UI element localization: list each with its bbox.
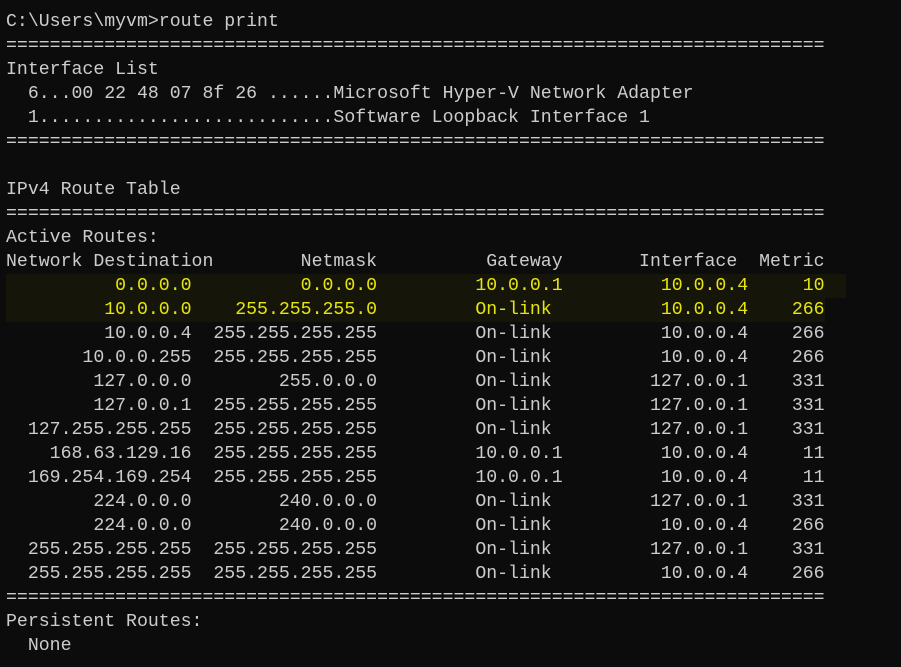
route-row: 127.0.0.1 255.255.255.255 On-link 127.0.… [6,396,825,416]
route-row: 127.0.0.0 255.0.0.0 On-link 127.0.0.1 33… [6,372,825,392]
persistent-routes-title: Persistent Routes: [6,612,203,632]
route-row: 10.0.0.255 255.255.255.255 On-link 10.0.… [6,348,825,368]
route-row: 10.0.0.4 255.255.255.255 On-link 10.0.0.… [6,324,825,344]
separator-line: ========================================… [6,36,825,56]
route-row: 255.255.255.255 255.255.255.255 On-link … [6,540,825,560]
active-routes-title: Active Routes: [6,228,159,248]
interface-entry: 1...........................Software Loo… [6,108,650,128]
route-row: 168.63.129.16 255.255.255.255 10.0.0.1 1… [6,444,825,464]
route-row: 169.254.169.254 255.255.255.255 10.0.0.1… [6,468,825,488]
route-row: 255.255.255.255 255.255.255.255 On-link … [6,564,825,584]
route-row-highlighted: 10.0.0.0 255.255.255.0 On-link 10.0.0.4 … [6,298,825,322]
separator-line: ========================================… [6,588,825,608]
command-prompt: C:\Users\myvm>route print [6,12,279,32]
interface-list-title: Interface List [6,60,159,80]
route-table-header: Network Destination Netmask Gateway Inte… [6,252,825,272]
route-row: 224.0.0.0 240.0.0.0 On-link 127.0.0.1 33… [6,492,825,512]
route-row-highlighted: 0.0.0.0 0.0.0.0 10.0.0.1 10.0.0.4 10 [6,274,846,298]
terminal-window[interactable]: C:\Users\myvm>route print ==============… [0,0,901,667]
route-table-title: IPv4 Route Table [6,180,181,200]
separator-line: ========================================… [6,132,825,152]
route-table-rows: 0.0.0.0 0.0.0.0 10.0.0.1 10.0.0.4 10 10.… [6,274,901,586]
route-row: 127.255.255.255 255.255.255.255 On-link … [6,420,825,440]
interface-entry: 6...00 22 48 07 8f 26 ......Microsoft Hy… [6,84,694,104]
persistent-routes-value: None [6,636,72,656]
route-row: 224.0.0.0 240.0.0.0 On-link 10.0.0.4 266 [6,516,825,536]
separator-line: ========================================… [6,204,825,224]
